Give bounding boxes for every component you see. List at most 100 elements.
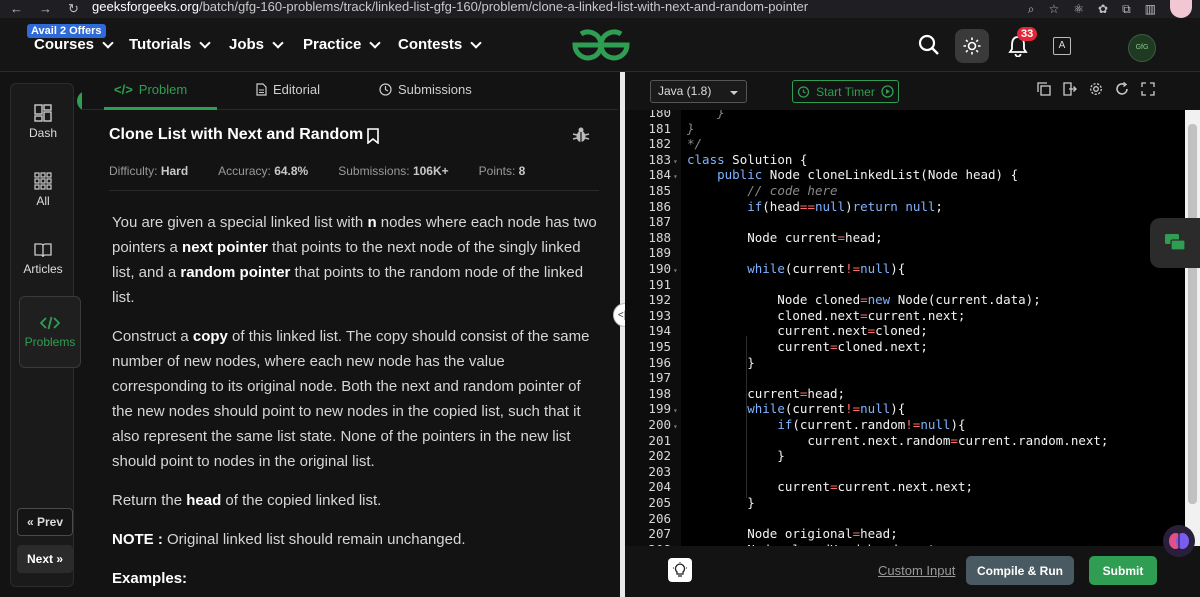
zoom-icon[interactable]: ⌕ — [1028, 2, 1035, 17]
problem-tabs: </> Problem Editorial Submissions — [82, 72, 618, 110]
tab-editorial[interactable]: Editorial — [256, 82, 320, 97]
nav-jobs[interactable]: Jobs — [229, 36, 284, 53]
code-line[interactable]: 192 Node cloned=new Node(current.data); — [625, 292, 1040, 308]
gfg-logo-icon[interactable] — [571, 28, 631, 62]
search-icon[interactable] — [918, 34, 940, 56]
code-line[interactable]: 193 cloned.next=current.next; — [625, 308, 965, 324]
code-line[interactable]: 200 ▾ if(current.random!=null){ — [625, 417, 965, 433]
line-number: 181 — [648, 120, 671, 136]
sidebar-item-all[interactable]: All — [11, 172, 75, 208]
sidebar-item-dash[interactable]: Dash — [11, 104, 75, 140]
code-text: while(current!=null){ — [747, 401, 906, 417]
theme-toggle-button[interactable] — [955, 29, 989, 63]
chat-button[interactable] — [1150, 218, 1200, 268]
problem-description: You are given a special linked list with… — [112, 210, 602, 566]
bookmark-icon[interactable] — [367, 128, 379, 144]
tab-problem[interactable]: </> Problem — [114, 82, 187, 97]
editor-panel: Java (1.8) Start Timer 180 } 181} 182 */183… — [625, 72, 1200, 597]
language-value: Java (1.8) — [658, 84, 712, 98]
code-line[interactable]: 185 // code here — [625, 183, 837, 199]
nav-courses[interactable]: Courses — [34, 36, 114, 53]
code-line[interactable]: 202 } — [625, 448, 784, 464]
code-line[interactable]: 191 — [625, 277, 687, 293]
reset-icon[interactable] — [1115, 82, 1129, 96]
code-line[interactable]: 196 } — [625, 355, 754, 371]
code-line[interactable]: 195 current=cloned.next; — [625, 339, 927, 355]
code-line[interactable]: 190 ▾ while(current!=null){ — [625, 261, 905, 277]
fold-arrow-icon[interactable]: ▾ — [673, 172, 681, 181]
code-editor[interactable]: 180 } 181} 182 */183 ▾ class Solution {184 ▾ p… — [625, 110, 1185, 546]
line-number: 201 — [648, 432, 671, 448]
code-line[interactable]: 187 — [625, 214, 687, 230]
reading-list-icon[interactable]: ▥ — [1145, 2, 1156, 16]
compile-run-button[interactable]: Compile & Run — [966, 556, 1074, 585]
code-line[interactable]: 201 current.next.random=current.random.n… — [625, 433, 1108, 449]
fold-arrow-icon[interactable]: ▾ — [673, 422, 681, 431]
browser-profile-avatar[interactable] — [1170, 0, 1192, 18]
star-icon[interactable]: ☆ — [1048, 2, 1059, 16]
sidebar-item-articles[interactable]: Articles — [11, 242, 75, 276]
editor-footer: Custom Input Compile & Run Submit — [625, 546, 1200, 597]
user-avatar[interactable]: GfG — [1128, 34, 1156, 62]
book-icon — [34, 243, 52, 258]
code-line[interactable]: 182 */ — [625, 136, 702, 152]
nav-contests[interactable]: Contests — [398, 36, 482, 53]
editor-scrollbar-thumb[interactable] — [1188, 124, 1197, 504]
line-number: 200 — [648, 417, 671, 432]
grid-icon — [34, 172, 52, 190]
prev-problem-button[interactable]: « Prev — [17, 508, 73, 536]
forward-arrow-icon[interactable]: → — [39, 1, 52, 17]
file-export-icon[interactable] — [1063, 82, 1077, 96]
back-arrow-icon[interactable]: ← — [10, 1, 23, 17]
site-header: Avail 2 Offers Courses Tutorials Jobs Pr… — [0, 18, 1200, 72]
code-line[interactable]: 186 if(head==null)return null; — [625, 199, 943, 215]
bug-icon[interactable] — [572, 126, 590, 144]
fullscreen-icon[interactable] — [1141, 82, 1155, 96]
fold-arrow-icon[interactable]: ▾ — [673, 157, 681, 166]
ai-assistant-button[interactable] — [1163, 525, 1195, 557]
code-line[interactable]: 206 — [625, 511, 687, 527]
reload-icon[interactable]: ↻ — [68, 1, 79, 17]
language-select[interactable]: Java (1.8) — [650, 80, 747, 103]
next-problem-button[interactable]: Next » — [17, 545, 73, 573]
line-number: 189 — [648, 245, 671, 261]
submit-button[interactable]: Submit — [1089, 556, 1157, 585]
code-line[interactable]: 189 — [625, 245, 687, 261]
extensions-puzzle-icon[interactable]: ⧉ — [1122, 2, 1131, 17]
code-line[interactable]: 203 — [625, 464, 687, 480]
code-line[interactable]: 207 Node origional=head; — [625, 526, 897, 542]
sidebar-item-problems[interactable]: Problems — [19, 296, 81, 368]
code-line[interactable]: 188 Node current=head; — [625, 230, 882, 246]
line-number: 184 — [648, 167, 671, 183]
address-bar[interactable]: geeksforgeeks.org/batch/gfg-160-problems… — [92, 0, 808, 18]
hint-button[interactable] — [668, 558, 692, 582]
fold-arrow-icon[interactable]: ▾ — [673, 266, 681, 275]
url-site: geeksforgeeks.org — [92, 0, 199, 14]
code-line[interactable]: 197 — [625, 370, 687, 386]
translate-icon[interactable]: A — [1053, 37, 1071, 55]
extension-react-icon[interactable]: ⚛ — [1073, 2, 1084, 16]
settings-gear-icon[interactable] — [1089, 82, 1103, 96]
code-line[interactable]: 183 ▾ class Solution { — [625, 152, 807, 168]
sidebar-item-label: Articles — [23, 262, 63, 276]
code-line[interactable]: 180 } — [625, 110, 724, 121]
copy-icon[interactable] — [1037, 82, 1051, 96]
tab-submissions[interactable]: Submissions — [379, 82, 472, 97]
code-line[interactable]: 204 current=current.next.next; — [625, 479, 973, 495]
code-line[interactable]: 181} — [625, 120, 694, 137]
extension-brain-icon[interactable]: ✿ — [1098, 2, 1108, 16]
nav-tutorials[interactable]: Tutorials — [129, 36, 211, 53]
line-number: 190 — [648, 261, 671, 276]
nav-practice[interactable]: Practice — [303, 36, 382, 53]
code-line[interactable]: 199 ▾ while(current!=null){ — [625, 401, 905, 417]
fold-arrow-icon[interactable]: ▾ — [673, 406, 681, 415]
code-line[interactable]: 205 } — [625, 495, 754, 511]
start-timer-button[interactable]: Start Timer — [792, 80, 899, 103]
code-line[interactable]: 194 current.next=cloned; — [625, 323, 927, 339]
custom-input-link[interactable]: Custom Input — [878, 563, 955, 578]
code-line[interactable]: 198 current=head; — [625, 386, 845, 402]
code-line[interactable]: 184 ▾ public Node cloneLinkedList(Node he… — [625, 167, 1018, 183]
document-icon — [256, 83, 267, 96]
